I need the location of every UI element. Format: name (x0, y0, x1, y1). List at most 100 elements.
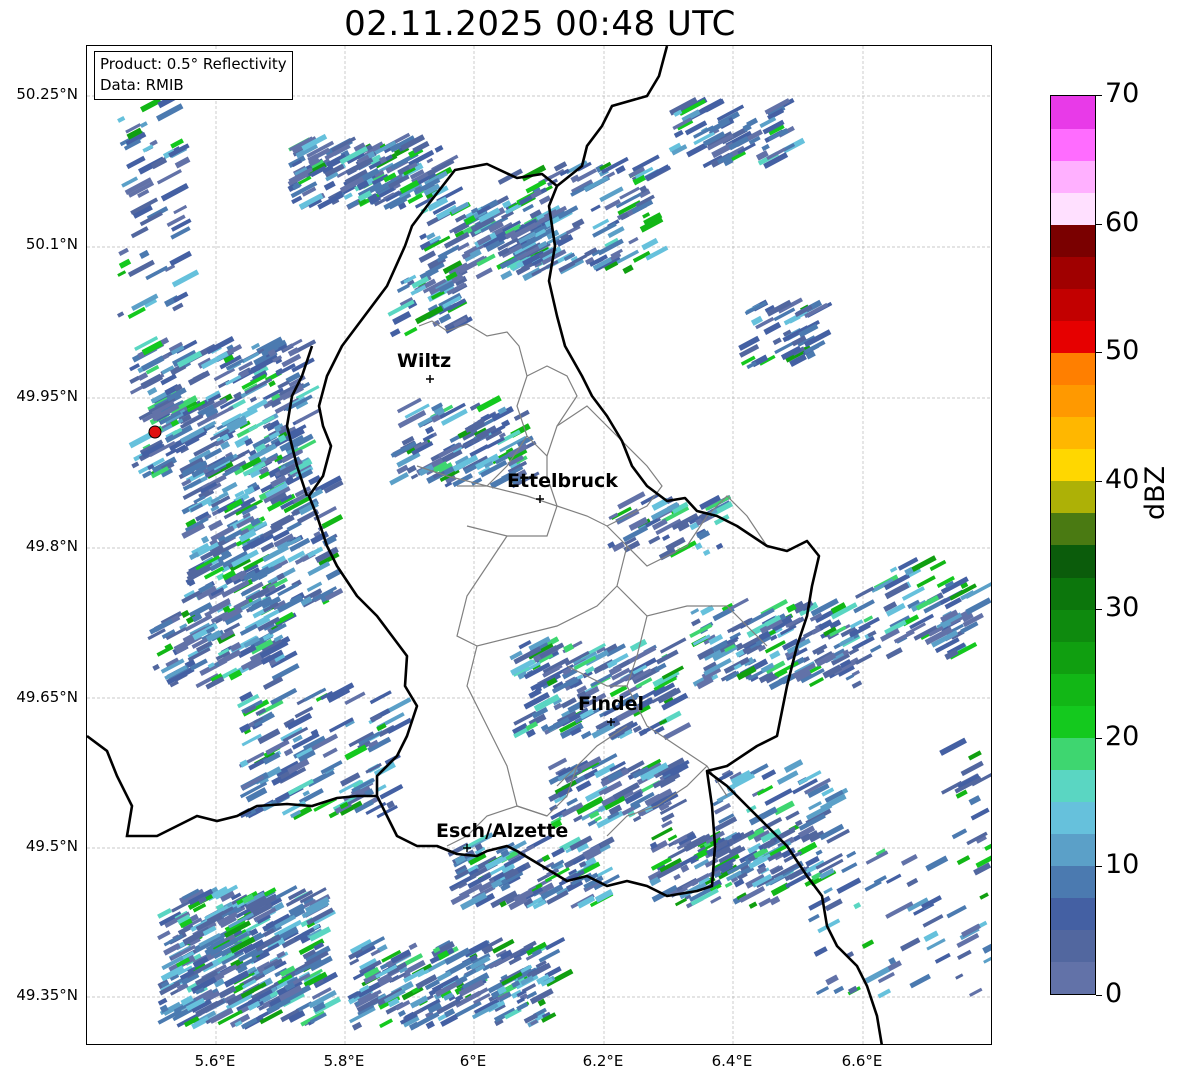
radar-map[interactable] (86, 45, 992, 1045)
echo-cell (424, 425, 435, 435)
echo-cell (813, 946, 828, 957)
echo-cell (584, 247, 598, 258)
echo-cell (408, 942, 418, 951)
echo-cell (173, 204, 188, 215)
echo-cell (686, 142, 708, 158)
colorbar-segment (1051, 737, 1095, 770)
echo-cell (663, 722, 692, 741)
echo-cell (172, 302, 184, 312)
echo-cell (853, 902, 862, 910)
echo-cell (566, 797, 578, 807)
echo-cell (277, 380, 290, 390)
echo-cell (951, 828, 968, 840)
lat-label: 49.8°N (25, 537, 78, 555)
echo-cell (139, 249, 150, 259)
echo-cell (157, 997, 168, 1006)
echo-cell (783, 759, 804, 774)
echo-cell (662, 534, 671, 541)
echo-cell (145, 265, 169, 281)
echo-cell (900, 853, 918, 866)
colorbar-segment (1051, 705, 1095, 738)
echo-cell (303, 687, 327, 702)
echo-cell (426, 157, 434, 164)
echo-cell (772, 337, 782, 346)
echo-cell (673, 129, 684, 138)
echo-cell (379, 1018, 393, 1029)
echo-cell (939, 737, 967, 756)
echo-cell (169, 250, 192, 267)
echo-cell (869, 644, 882, 653)
echo-cell (690, 618, 701, 627)
radar-map-canvas (87, 46, 991, 1044)
echo-cell (923, 930, 939, 942)
colorbar-segment (1051, 545, 1095, 578)
echo-cell (825, 974, 839, 986)
echo-cell (404, 326, 418, 337)
echo-cell (648, 535, 661, 545)
echo-cell (851, 680, 863, 689)
echo-cell (724, 881, 733, 888)
echo-cell (270, 687, 298, 706)
colorbar-tick-label: 20 (1105, 720, 1140, 752)
echo-cell (213, 367, 236, 382)
echo-cell (845, 674, 855, 681)
colorbar-tick (1096, 223, 1102, 225)
echo-cell (208, 519, 224, 532)
colorbar-tick (1096, 866, 1102, 868)
echo-cell (934, 952, 951, 964)
echo-cell (823, 887, 833, 895)
echo-cell (117, 270, 127, 277)
echo-cell (249, 396, 258, 403)
colorbar (1050, 95, 1096, 995)
echo-cell (769, 650, 781, 660)
echo-cell (438, 313, 452, 324)
city-label-esch-alzette: Esch/Alzette (436, 820, 569, 842)
colorbar-tick (1096, 737, 1102, 739)
echo-cell (761, 143, 770, 152)
echo-cell (655, 649, 679, 665)
echo-cell (389, 328, 401, 338)
echo-cell (969, 987, 983, 997)
colorbar-segment (1051, 577, 1095, 610)
echo-cell (833, 985, 845, 995)
city-markers (148, 375, 615, 852)
colorbar-segment (1051, 416, 1095, 450)
colorbar-segment (1051, 384, 1095, 418)
colorbar-segment (1051, 96, 1095, 129)
echo-cell (260, 542, 275, 553)
echo-cell (130, 226, 149, 239)
echo-cell (702, 549, 711, 557)
echo-cell (131, 461, 140, 469)
colorbar-tick-label: 60 (1105, 206, 1140, 238)
echo-cell (580, 730, 592, 740)
echo-cell (469, 444, 489, 458)
data-source-label: Data: RMIB (100, 76, 184, 94)
colorbar-segment (1051, 609, 1095, 642)
lon-label: 5.8°E (323, 1052, 365, 1070)
echo-cell (187, 370, 211, 386)
echo-cell (147, 387, 158, 396)
echo-cell (885, 647, 903, 660)
echo-cell (861, 939, 875, 949)
echo-cell (710, 895, 722, 904)
echo-cell (632, 815, 642, 823)
echo-cell (889, 566, 898, 573)
echo-cell (983, 956, 991, 964)
colorbar-tick-label: 30 (1105, 592, 1140, 624)
echo-cell (674, 897, 687, 907)
lat-label: 49.95°N (16, 387, 78, 405)
echo-cell (396, 283, 410, 293)
city-label-findel: Findel (578, 693, 645, 715)
echo-cell (321, 514, 344, 529)
colorbar-segment (1051, 448, 1095, 482)
colorbar-segment (1051, 256, 1095, 289)
echo-cell (406, 464, 417, 474)
echo-cell (157, 930, 171, 941)
product-label: Product: 0.5° Reflectivity (100, 55, 287, 73)
echo-cell (294, 408, 322, 425)
echo-cell (925, 855, 949, 872)
colorbar-segment (1051, 961, 1095, 995)
echo-cell (397, 1009, 406, 1017)
echo-cell (641, 237, 659, 251)
lat-label: 49.65°N (16, 688, 78, 706)
